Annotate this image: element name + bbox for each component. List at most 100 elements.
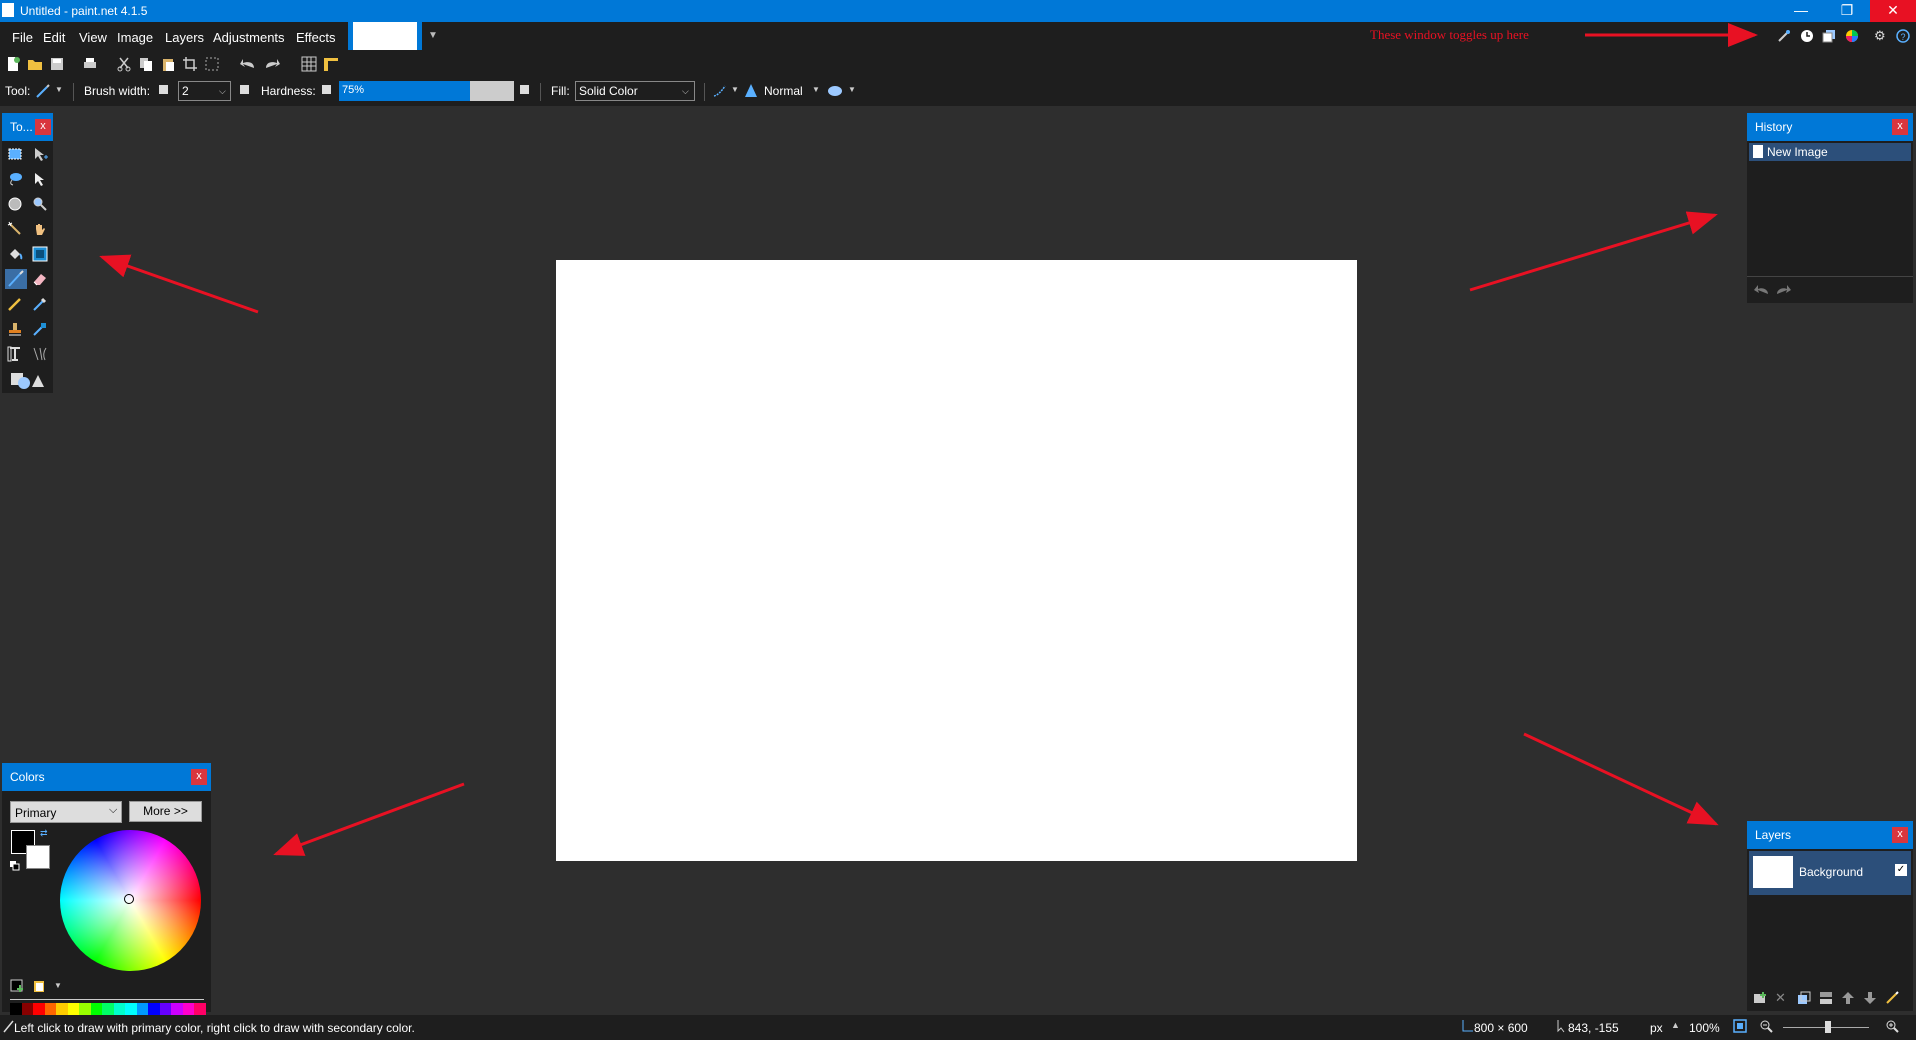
swap-colors-icon[interactable]: ⇄: [40, 829, 48, 838]
selection-mode-icon[interactable]: [827, 83, 843, 99]
menu-edit[interactable]: Edit: [43, 30, 65, 45]
zoom-in-icon[interactable]: [1885, 1019, 1899, 1033]
paintbrush-tool-icon[interactable]: [35, 83, 51, 99]
tools-toggle-icon[interactable]: [1777, 29, 1791, 43]
layers-panel-header[interactable]: Layers: [1747, 821, 1913, 849]
palette-swatch[interactable]: [182, 1003, 194, 1015]
palette-swatch[interactable]: [113, 1003, 125, 1015]
magic-wand-icon[interactable]: [7, 221, 23, 237]
palette-swatch[interactable]: [159, 1003, 171, 1015]
move-layer-up-icon[interactable]: [1841, 991, 1855, 1005]
hardness-increase-button[interactable]: [520, 85, 529, 94]
delete-layer-icon[interactable]: ✕: [1775, 991, 1789, 1005]
redo-icon[interactable]: [264, 56, 280, 72]
secondary-color-swatch[interactable]: [26, 845, 50, 869]
history-item[interactable]: New Image: [1749, 143, 1911, 161]
close-button[interactable]: ✕: [1870, 0, 1916, 22]
merge-layer-down-icon[interactable]: [1819, 991, 1833, 1005]
antialiasing-icon[interactable]: [712, 83, 728, 99]
menu-image[interactable]: Image: [117, 30, 153, 45]
move-layer-down-icon[interactable]: [1863, 991, 1877, 1005]
shapes-icon[interactable]: [10, 371, 46, 389]
palette-swatch[interactable]: [10, 1003, 22, 1015]
units-dropdown-icon[interactable]: ▲: [1671, 1020, 1680, 1030]
palette-swatch[interactable]: [21, 1003, 33, 1015]
pencil-icon[interactable]: [7, 296, 23, 312]
brush-width-decrease-button[interactable]: [159, 85, 168, 94]
palette-swatch[interactable]: [33, 1003, 45, 1015]
lasso-select-icon[interactable]: [7, 171, 23, 187]
document-list-dropdown-icon[interactable]: ▼: [428, 30, 438, 41]
palette-swatch[interactable]: [90, 1003, 102, 1015]
zoom-value[interactable]: 100%: [1689, 1021, 1720, 1035]
color-wheel-marker[interactable]: [124, 894, 134, 904]
zoom-slider-thumb[interactable]: [1825, 1021, 1831, 1033]
menu-layers[interactable]: Layers: [165, 30, 204, 45]
history-panel-header[interactable]: History: [1747, 113, 1913, 141]
layers-toggle-icon[interactable]: [1822, 29, 1836, 43]
blend-mode-dropdown-icon[interactable]: ▼: [812, 85, 820, 94]
palette-swatch[interactable]: [56, 1003, 68, 1015]
antialiasing-dropdown-icon[interactable]: ▼: [731, 85, 739, 94]
brush-width-dropdown-icon[interactable]: ⌵: [219, 86, 226, 97]
move-selection-icon[interactable]: [32, 171, 48, 187]
brush-width-increase-button[interactable]: [240, 85, 249, 94]
copy-icon[interactable]: [138, 56, 154, 72]
restore-button[interactable]: ❐: [1824, 0, 1870, 22]
blend-mode-icon[interactable]: [744, 83, 758, 99]
eraser-icon[interactable]: [32, 271, 48, 287]
deselect-icon[interactable]: [204, 56, 220, 72]
crop-to-selection-icon[interactable]: [182, 56, 198, 72]
palette-swatch[interactable]: [171, 1003, 183, 1015]
ellipse-select-icon[interactable]: [7, 196, 23, 212]
print-icon[interactable]: [82, 56, 98, 72]
layer-visibility-checkbox[interactable]: ✓: [1895, 864, 1907, 876]
new-file-icon[interactable]: [5, 56, 21, 72]
zoom-to-window-icon[interactable]: [1733, 1019, 1747, 1033]
grid-icon[interactable]: [301, 56, 317, 72]
zoom-out-icon[interactable]: [1759, 1019, 1773, 1033]
open-file-icon[interactable]: [27, 56, 43, 72]
tool-dropdown-icon[interactable]: ▼: [55, 85, 63, 94]
palette-swatch[interactable]: [44, 1003, 56, 1015]
pan-hand-icon[interactable]: [32, 221, 48, 237]
menu-adjustments[interactable]: Adjustments: [213, 30, 285, 45]
add-layer-icon[interactable]: [1753, 991, 1767, 1005]
selection-mode-dropdown-icon[interactable]: ▼: [848, 85, 856, 94]
reset-colors-icon[interactable]: [10, 859, 20, 871]
menu-file[interactable]: File: [12, 30, 33, 45]
clone-stamp-icon[interactable]: [7, 321, 23, 337]
layers-panel-close-button[interactable]: x: [1892, 827, 1908, 843]
palette-swatch[interactable]: [136, 1003, 148, 1015]
fill-dropdown-icon[interactable]: ⌵: [682, 86, 689, 97]
help-icon[interactable]: ?: [1896, 29, 1910, 43]
recolor-icon[interactable]: [32, 321, 48, 337]
palette-swatch[interactable]: [194, 1003, 206, 1015]
history-undo-icon[interactable]: [1754, 283, 1770, 297]
layer-properties-icon[interactable]: [1885, 991, 1899, 1005]
zoom-icon[interactable]: [32, 196, 48, 212]
menu-effects[interactable]: Effects: [296, 30, 336, 45]
palette-swatch[interactable]: [125, 1003, 137, 1015]
color-target-select[interactable]: Primary ⌵: [10, 801, 122, 823]
palette-swatch[interactable]: [67, 1003, 79, 1015]
menu-view[interactable]: View: [79, 30, 107, 45]
color-picker-icon[interactable]: [32, 296, 48, 312]
undo-icon[interactable]: [240, 56, 256, 72]
duplicate-layer-icon[interactable]: [1797, 991, 1811, 1005]
colors-panel-header[interactable]: Colors: [2, 763, 211, 791]
tools-panel-close-button[interactable]: x: [35, 119, 51, 135]
palette-dropdown-icon[interactable]: ▼: [54, 981, 62, 990]
more-colors-button[interactable]: More >>: [129, 801, 202, 822]
text-tool-icon[interactable]: [7, 346, 23, 362]
colors-panel-close-button[interactable]: x: [191, 769, 207, 785]
cut-icon[interactable]: [116, 56, 132, 72]
add-to-palette-icon[interactable]: [10, 979, 24, 993]
units-select[interactable]: px: [1650, 1021, 1663, 1035]
move-selected-pixels-icon[interactable]: [32, 146, 48, 162]
rectangle-select-icon[interactable]: [7, 146, 23, 162]
history-redo-icon[interactable]: [1775, 283, 1791, 297]
colors-toggle-icon[interactable]: [1845, 29, 1859, 43]
history-toggle-icon[interactable]: [1800, 29, 1814, 43]
hardness-decrease-button[interactable]: [322, 85, 331, 94]
